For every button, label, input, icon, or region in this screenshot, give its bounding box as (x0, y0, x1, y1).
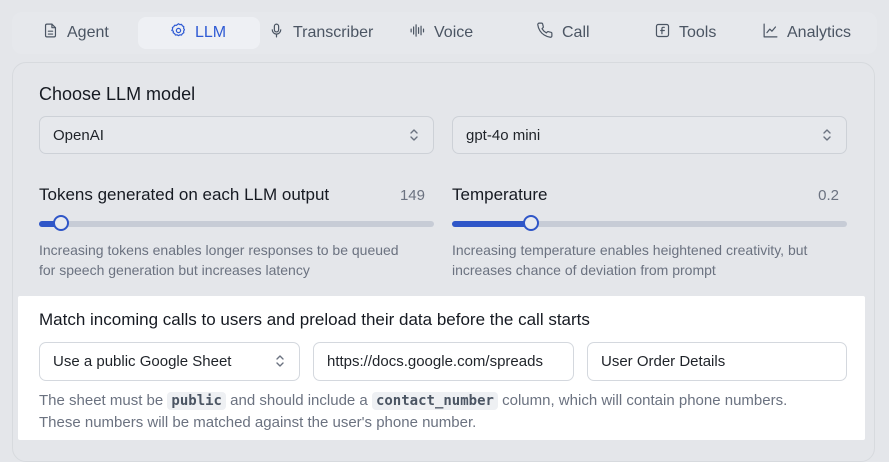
description-line: These numbers will be matched against th… (39, 414, 477, 431)
phone-icon (537, 22, 554, 44)
tokens-hint-line: for speech generation but increases late… (39, 261, 310, 278)
temperature-hint-line: increases chance of deviation from promp… (452, 261, 716, 278)
temperature-value: 0.2 (818, 187, 839, 204)
sheet-name-input[interactable]: User Order Details (587, 342, 847, 381)
tokens-hint-line: Increasing tokens enables longer respons… (39, 242, 399, 258)
temperature-hint: Increasing temperature enables heightene… (452, 241, 807, 280)
tab-agent[interactable]: Agent (42, 17, 109, 49)
temperature-label: Temperature (452, 185, 548, 204)
user-matching-title: Match incoming calls to users and preloa… (39, 310, 590, 329)
sheet-url-value: https://docs.google.com/spreads (327, 353, 543, 370)
chart-line-icon (762, 22, 779, 44)
provider-select-value: OpenAI (53, 126, 104, 144)
description-text: The sheet must be (39, 392, 168, 409)
tab-tools[interactable]: Tools (654, 17, 716, 49)
description-text: and should include a (225, 392, 372, 409)
code-contact-number: contact_number (371, 392, 498, 410)
tokens-label: Tokens generated on each LLM output (39, 185, 330, 204)
function-icon (654, 22, 671, 44)
document-icon (42, 22, 59, 44)
description-line: The sheet must be public and should incl… (39, 390, 859, 412)
model-select-value: gpt-4o mini (466, 126, 541, 144)
chevron-updown-icon (822, 128, 832, 142)
sheet-name-value: User Order Details (601, 353, 726, 370)
tokens-value: 149 (399, 187, 425, 204)
chevron-updown-icon (409, 128, 419, 142)
waveform-icon (409, 22, 426, 44)
tokens-slider-thumb[interactable] (52, 215, 69, 231)
chevron-updown-icon (275, 354, 285, 368)
user-matching-description: The sheet must be public and should incl… (39, 390, 859, 434)
temperature-hint-line: Increasing temperature enables heightene… (452, 242, 808, 258)
tab-label: Agent (67, 24, 109, 41)
data-source-select[interactable]: Use a public Google Sheet (39, 342, 300, 381)
description-text: column, which will contain phone numbers… (497, 392, 788, 409)
provider-select[interactable]: OpenAI (39, 116, 434, 154)
tab-call[interactable]: Call (537, 17, 590, 49)
code-public: public (167, 392, 226, 410)
temperature-slider-fill (452, 221, 531, 227)
tab-label: Analytics (787, 24, 852, 41)
tab-transcriber[interactable]: Transcriber (268, 17, 373, 49)
tab-label: Voice (434, 24, 474, 41)
temperature-slider-thumb[interactable] (523, 215, 539, 231)
tokens-hint: Increasing tokens enables longer respons… (39, 241, 399, 280)
tab-bar: Agent LLM Transcriber Voice Call Tools A… (12, 12, 877, 54)
tab-analytics[interactable]: Analytics (762, 17, 851, 49)
tab-label: Tools (679, 24, 717, 41)
temperature-slider[interactable] (452, 215, 847, 231)
model-select[interactable]: gpt-4o mini (452, 116, 847, 154)
tab-llm[interactable]: LLM (138, 17, 260, 49)
gear-icon (170, 22, 187, 44)
tab-voice[interactable]: Voice (409, 17, 473, 49)
tab-label: Call (562, 24, 590, 41)
tab-label: LLM (195, 24, 227, 41)
tab-label: Transcriber (293, 24, 374, 41)
section-title: Choose LLM model (39, 84, 196, 104)
sheet-url-input[interactable]: https://docs.google.com/spreads (313, 342, 574, 381)
user-matching-card: Match incoming calls to users and preloa… (18, 296, 865, 440)
tokens-slider[interactable] (39, 215, 434, 231)
data-source-select-value: Use a public Google Sheet (53, 353, 232, 370)
microphone-icon (268, 22, 285, 44)
